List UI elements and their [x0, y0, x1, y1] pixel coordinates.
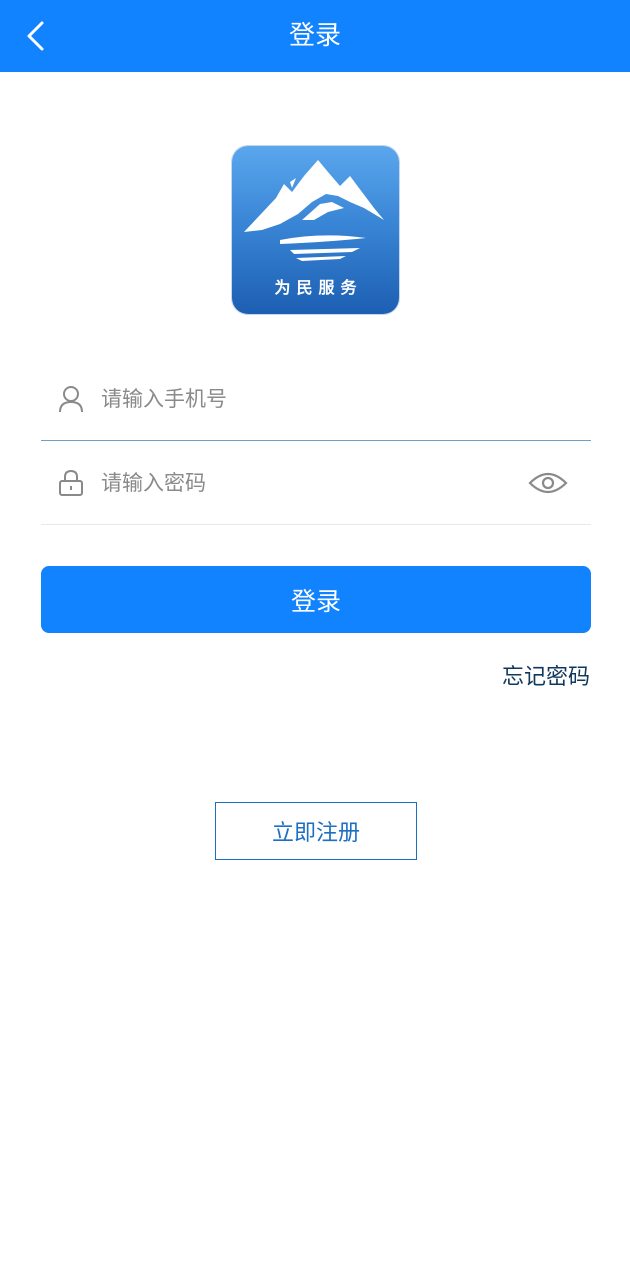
- chevron-left-icon: [27, 21, 44, 51]
- register-button[interactable]: 立即注册: [215, 802, 417, 860]
- back-button[interactable]: [14, 14, 58, 58]
- password-visibility-toggle[interactable]: [527, 465, 569, 501]
- app-logo: 为民服务: [232, 146, 399, 314]
- password-field-row: [41, 441, 591, 525]
- eye-icon: [528, 472, 568, 494]
- phone-input[interactable]: [101, 379, 521, 419]
- lock-icon: [57, 469, 85, 497]
- password-input[interactable]: [101, 463, 521, 503]
- page-title: 登录: [288, 21, 341, 51]
- header-bar: 登录: [0, 0, 630, 72]
- login-button[interactable]: 登录: [41, 566, 591, 633]
- phone-field-row: [41, 357, 591, 441]
- login-page: 登录 为民服务 请输入手机号 登录 忘记密码 立即注册: [0, 0, 630, 1280]
- logo-text: 为民服务: [274, 278, 363, 297]
- forgot-password-link[interactable]: 忘记密码: [502, 660, 590, 696]
- user-icon: [57, 385, 85, 413]
